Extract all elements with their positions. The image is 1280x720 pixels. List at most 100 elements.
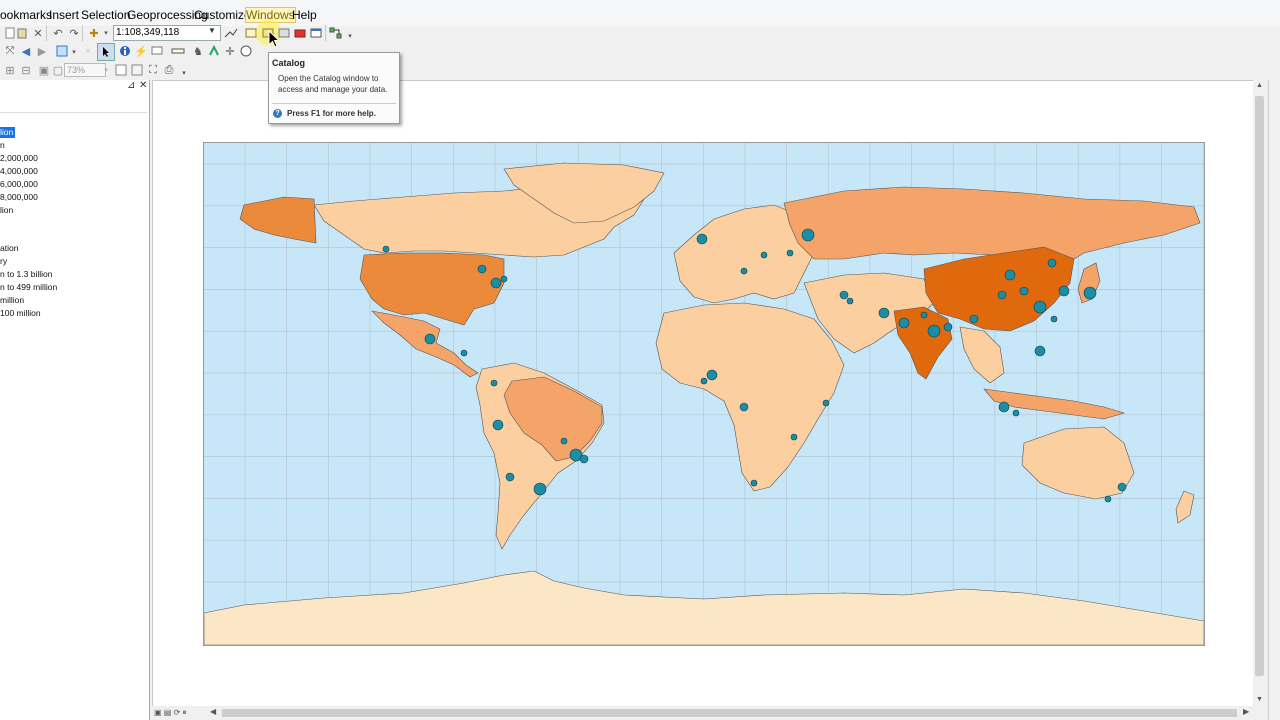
clear-selection-icon[interactable]: ▫ [80,43,96,59]
new-zealand-shape [1175,490,1195,524]
russia-shape [783,186,1201,266]
city-dot [846,297,854,305]
measure-icon[interactable] [170,43,186,59]
menu-selection[interactable]: Selection [81,8,130,22]
southeast-asia-shape [959,326,1005,384]
find-route-icon[interactable] [206,43,222,59]
tooltip-divider [272,103,396,104]
scale-dropdown-icon[interactable]: ▼ [207,26,217,39]
city-dot [790,433,798,441]
city-dot [700,377,708,385]
city-dot [1083,286,1097,300]
scroll-up-icon[interactable]: ▲ [1256,82,1263,89]
toc-legend-class: 6,000,000 [0,179,38,189]
right-dock-bar[interactable] [1268,80,1280,720]
horizontal-scrollbar-thumb[interactable] [222,709,1237,717]
city-dot [579,454,589,464]
editor-toolbar-icon[interactable] [223,25,239,41]
toggle-draft-mode-icon[interactable] [113,62,129,78]
toc-legend-class: 2,000,000 [0,153,38,163]
city-dot [898,317,910,329]
menu-insert[interactable]: Insert [49,8,79,22]
city-dot [560,437,568,445]
forward-extent-icon[interactable]: ▶ [34,43,50,59]
arctoolbox-icon[interactable] [292,25,308,41]
city-dot [801,228,815,242]
africa-shape [655,302,845,492]
city-dot [997,290,1007,300]
delete-icon[interactable]: ✕ [30,25,46,41]
back-extent-icon[interactable]: ◀ [18,43,34,59]
mouse-cursor-icon [268,30,281,48]
focus-data-frame-icon[interactable] [129,62,145,78]
city-dot [878,307,890,319]
catalog-tooltip: Catalog Open the Catalog window to acces… [268,52,400,124]
data-driven-pages-icon[interactable]: ⎙ [161,62,177,78]
undo-icon[interactable]: ↶ [50,25,66,41]
close-icon[interactable]: ✕ [139,80,147,91]
vertical-scrollbar-thumb[interactable] [1255,96,1264,676]
city-dot [1012,409,1020,417]
toc-layer-label[interactable]: lion [0,127,16,138]
html-popup-icon[interactable] [149,43,165,59]
full-extent-icon[interactable]: ⤧ [2,43,18,59]
toc-legend-class: 100 million [0,308,41,318]
select-elements-icon[interactable] [97,43,115,61]
australia-shape [1021,426,1135,500]
city-dot [1033,300,1047,314]
city-dot [839,290,849,300]
paste-icon[interactable] [14,25,30,41]
view-switch-icons[interactable]: ▣ ▤ ⟳ ⏸ [154,708,187,718]
tooltip-body: Open the Catalog window to access and ma… [278,74,388,94]
world-map-frame[interactable] [203,142,1205,646]
toolbar-options-icon[interactable]: ▾ [342,28,358,44]
city-dot [490,379,498,387]
redo-icon[interactable]: ↷ [66,25,82,41]
layout-toolbar-options-icon[interactable]: ▾ [176,65,192,81]
python-window-icon[interactable] [308,25,324,41]
city-dot [460,349,468,357]
city-dot [1117,482,1127,492]
city-dot [696,233,708,245]
layout-zoom-out-icon[interactable]: ⊟ [18,62,34,78]
city-dot [492,419,504,431]
city-dot [477,264,487,274]
city-dot [1004,269,1016,281]
menu-customize[interactable]: Customize [194,8,251,22]
toc-legend-class: million [0,295,25,305]
scroll-right-icon[interactable]: ▶ [1243,707,1249,716]
find-icon[interactable]: ♞ [190,43,206,59]
scroll-left-icon[interactable]: ◀ [210,707,216,716]
city-dot [969,314,979,324]
pin-icon[interactable]: ⊿ [127,80,135,91]
zoom-dropdown-icon[interactable]: ▾ [98,62,114,78]
city-dot [505,472,515,482]
hyperlink-icon[interactable]: ⚡ [133,43,149,59]
city-dot [943,322,953,332]
go-to-xy-icon[interactable]: ✛ [222,43,238,59]
toc-legend-label: ry [0,256,8,266]
change-layout-icon[interactable]: ⛶ [145,62,161,78]
toc-legend-class: lion [0,205,14,215]
city-dot [927,324,941,338]
toolbar-separator [325,25,326,41]
layout-zoom-in-icon[interactable]: ⊞ [2,62,18,78]
city-dot [920,311,928,319]
city-dot [500,275,508,283]
alaska-shape [239,196,317,244]
city-dot [786,249,794,257]
city-dot [382,245,390,253]
menu-bookmarks[interactable]: ookmarks [0,8,52,22]
help-icon: ? [273,109,282,118]
add-data-dropdown-icon[interactable]: ▾ [98,25,114,41]
time-slider-icon[interactable] [238,43,254,59]
toc-legend-class: 4,000,000 [0,166,38,176]
scroll-down-icon[interactable]: ▼ [1256,696,1263,703]
city-dot [1058,285,1070,297]
menu-help[interactable]: Help [292,8,317,22]
toc-layer-label[interactable]: ation [0,243,18,254]
toolbar-separator [46,25,47,41]
map-scale-input[interactable]: 1:108,349,118 [113,25,221,41]
identify-icon[interactable] [117,43,133,59]
tooltip-title: Catalog [272,58,306,68]
